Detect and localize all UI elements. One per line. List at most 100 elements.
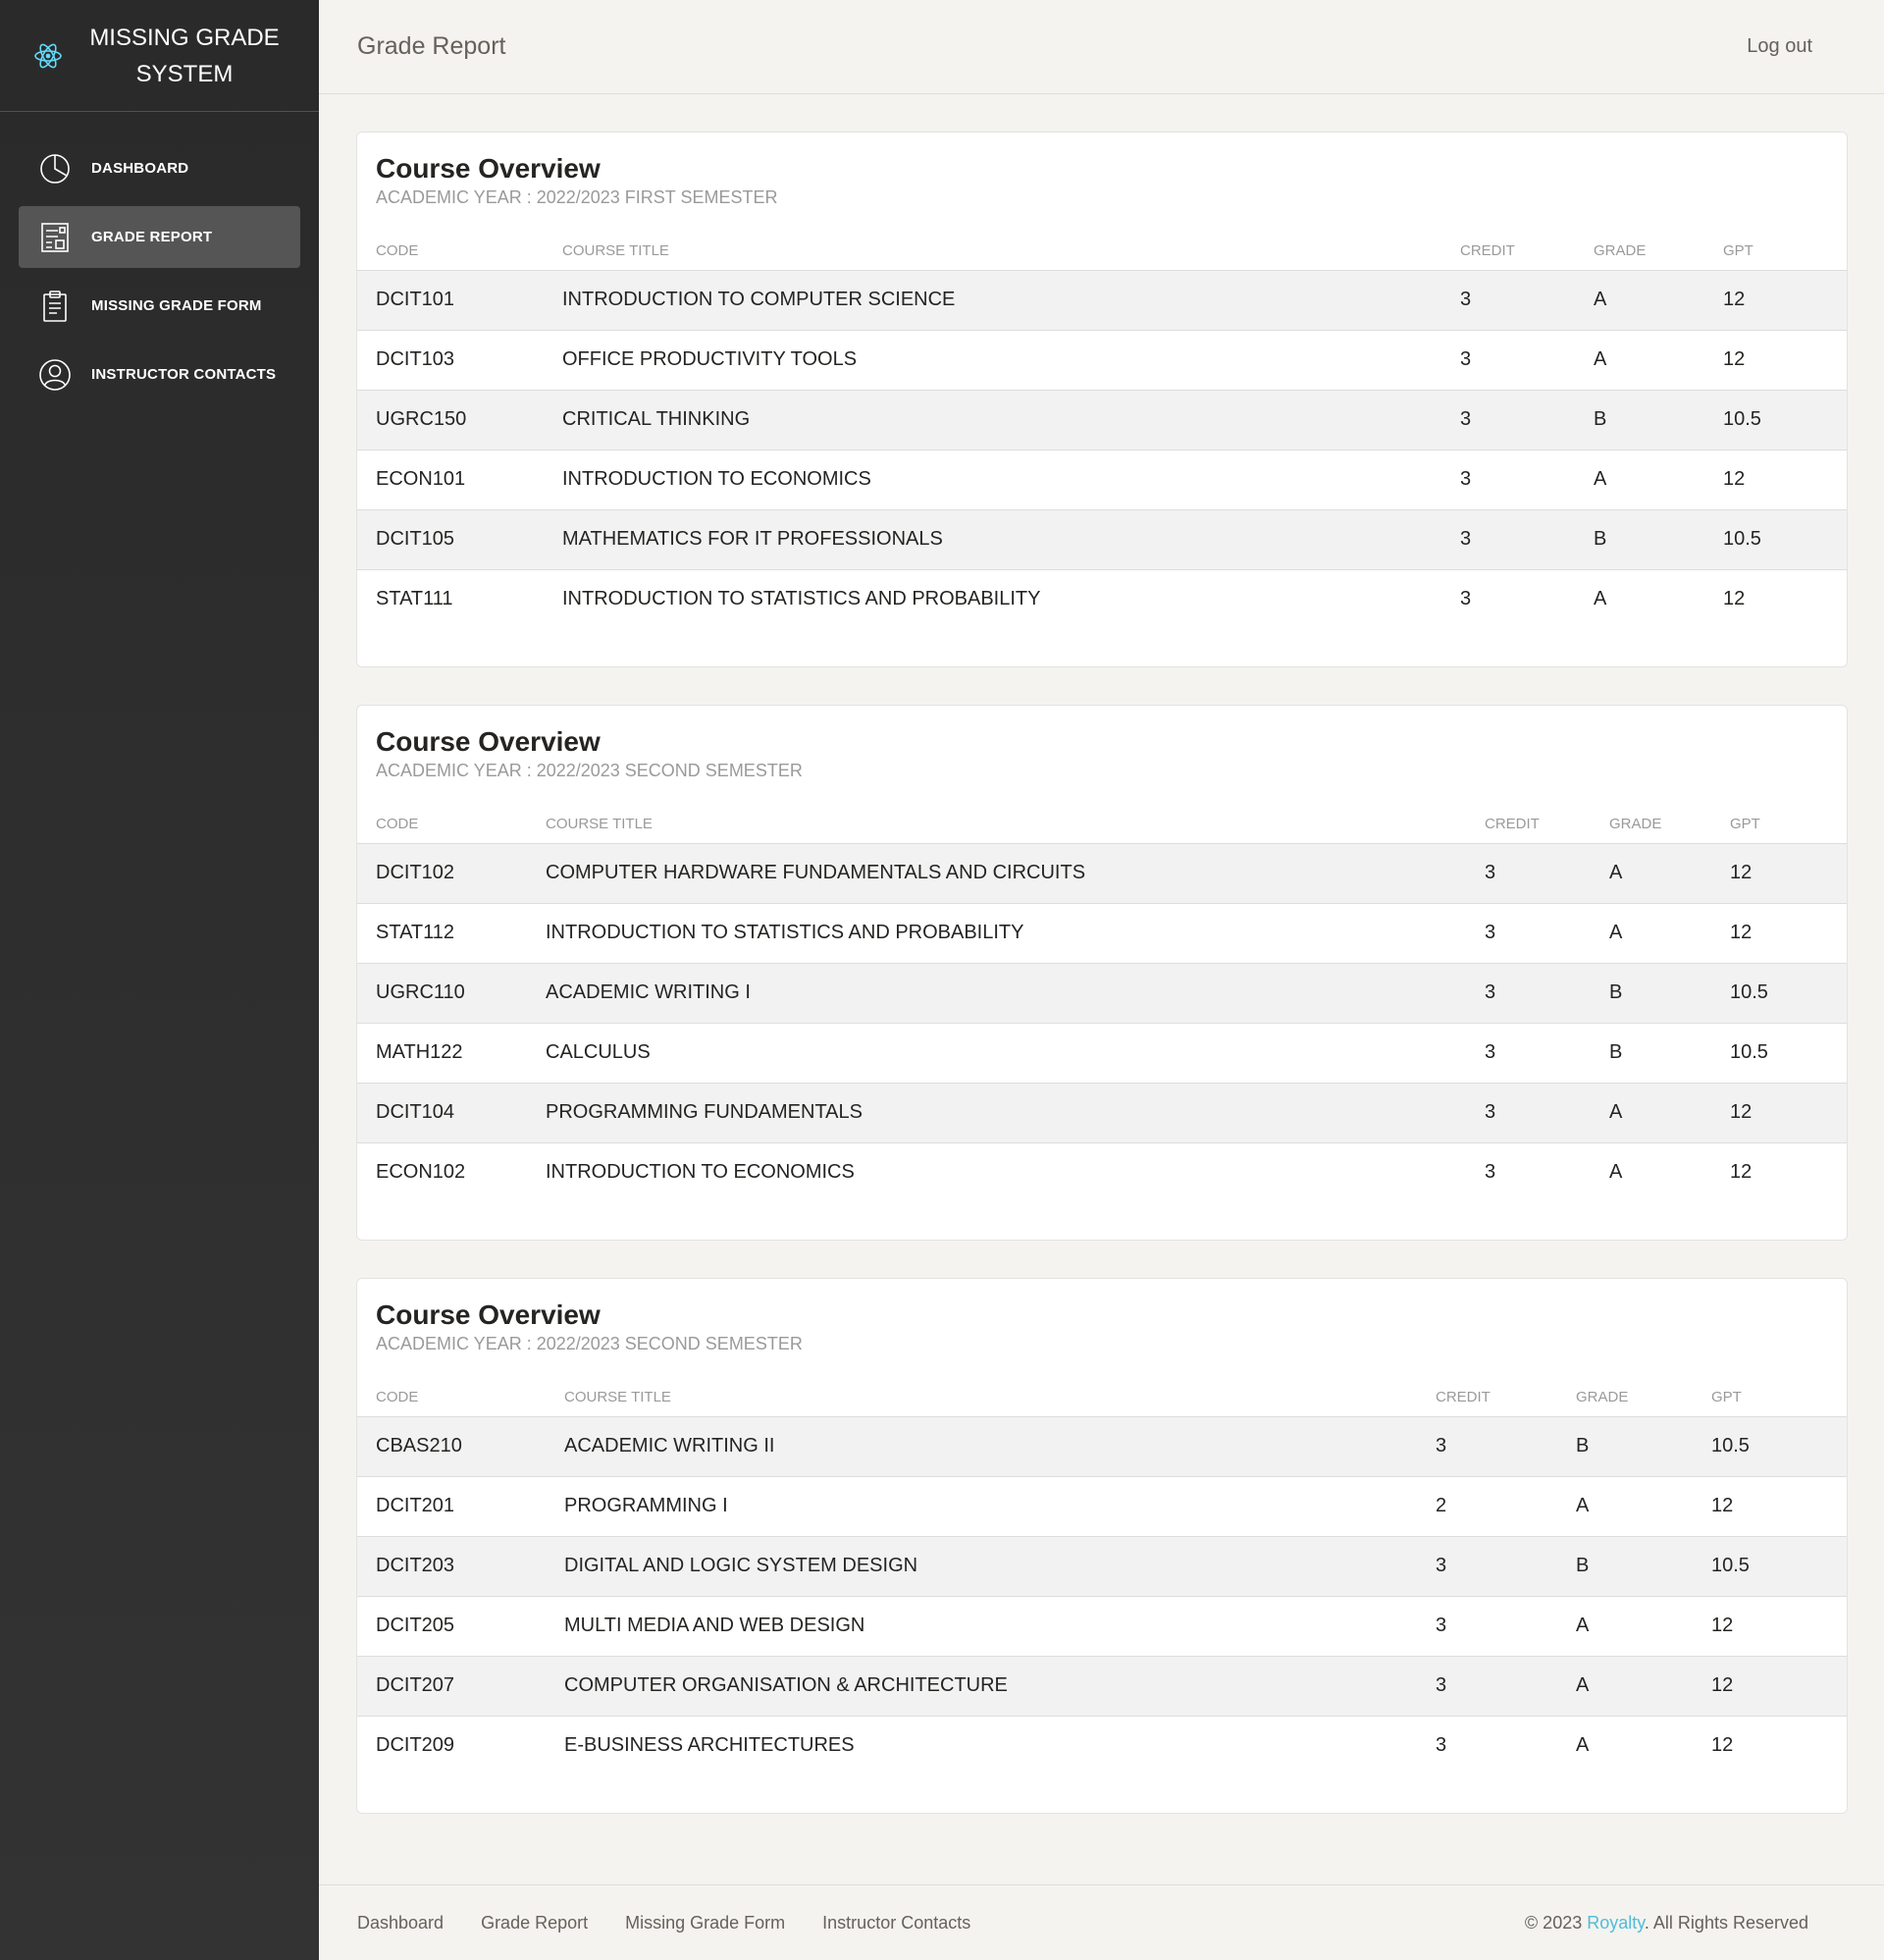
footer-link-grade-report[interactable]: Grade Report: [481, 1913, 588, 1934]
column-header-grade: GRADE: [1576, 1389, 1629, 1406]
column-header-code: CODE: [376, 1389, 419, 1406]
brand[interactable]: MISSING GRADE SYSTEM: [0, 0, 319, 112]
course-overview-card: Course Overview ACADEMIC YEAR : 2022/202…: [356, 132, 1848, 667]
cell-grade: B: [1609, 962, 1730, 1023]
card-title: Course Overview: [376, 153, 601, 184]
cell-course-title: E-BUSINESS ARCHITECTURES: [564, 1715, 1436, 1775]
cell-code: DCIT102: [357, 842, 546, 903]
cell-course-title: COMPUTER HARDWARE FUNDAMENTALS AND CIRCU…: [546, 842, 1485, 903]
copyright: © 2023 Royalty. All Rights Reserved: [1525, 1913, 1808, 1934]
cell-code: DCIT101: [357, 269, 562, 330]
cell-gpt: 12: [1730, 1141, 1847, 1202]
cell-course-title: PROGRAMMING FUNDAMENTALS: [546, 1082, 1485, 1142]
cell-credit: 3: [1460, 389, 1594, 450]
clipboard-icon: [38, 290, 72, 323]
column-header-gpt: GPT: [1730, 816, 1760, 833]
cell-code: DCIT104: [357, 1082, 546, 1142]
cell-gpt: 12: [1723, 329, 1847, 390]
cell-course-title: MATHEMATICS FOR IT PROFESSIONALS: [562, 508, 1460, 569]
table-row: DCIT104 PROGRAMMING FUNDAMENTALS 3 A 12: [357, 1082, 1847, 1142]
cell-gpt: 10.5: [1723, 389, 1847, 450]
pie-chart-icon: [38, 152, 72, 185]
topbar: Grade Report Log out: [319, 0, 1884, 94]
copyright-prefix: © 2023: [1524, 1912, 1588, 1933]
footer-link-missing-grade-form[interactable]: Missing Grade Form: [625, 1913, 785, 1934]
cell-code: STAT111: [357, 568, 562, 629]
cell-grade: B: [1594, 508, 1723, 569]
page-title[interactable]: Grade Report: [357, 32, 505, 61]
user-circle-icon: [38, 358, 72, 392]
sidebar-item-instructor-contacts[interactable]: INSTRUCTOR CONTACTS: [19, 344, 300, 405]
cell-credit: 3: [1460, 269, 1594, 330]
content: Course Overview ACADEMIC YEAR : 2022/202…: [319, 94, 1884, 1814]
cell-credit: 3: [1485, 1022, 1609, 1083]
sidebar-item-dashboard[interactable]: DASHBOARD: [19, 137, 300, 199]
card-subtitle: ACADEMIC YEAR : 2022/2023 SECOND SEMESTE…: [376, 1334, 803, 1353]
cell-course-title: CRITICAL THINKING: [562, 389, 1460, 450]
cell-code: DCIT203: [357, 1535, 564, 1596]
cell-gpt: 10.5: [1711, 1415, 1847, 1476]
cell-code: ECON102: [357, 1141, 546, 1202]
cell-course-title: INTRODUCTION TO STATISTICS AND PROBABILI…: [546, 902, 1485, 963]
grade-table: CODE COURSE TITLE CREDIT GRADE GPT CBAS2…: [357, 1379, 1847, 1775]
table-row: UGRC150 CRITICAL THINKING 3 B 10.5: [357, 389, 1847, 450]
cell-code: UGRC110: [357, 962, 546, 1023]
cell-course-title: PROGRAMMING I: [564, 1475, 1436, 1536]
table-header-row: CODE COURSE TITLE CREDIT GRADE GPT: [357, 806, 1847, 843]
sidebar-item-grade-report[interactable]: GRADE REPORT: [19, 206, 300, 268]
cell-grade: A: [1594, 329, 1723, 390]
cell-course-title: CALCULUS: [546, 1022, 1485, 1083]
sidebar-item-label: GRADE REPORT: [91, 229, 213, 245]
grade-table: CODE COURSE TITLE CREDIT GRADE GPT DCIT1…: [357, 233, 1847, 629]
table-row: ECON101 INTRODUCTION TO ECONOMICS 3 A 12: [357, 449, 1847, 509]
column-header-credit: CREDIT: [1436, 1389, 1491, 1406]
footer-link-instructor-contacts[interactable]: Instructor Contacts: [822, 1913, 970, 1934]
card-title: Course Overview: [376, 726, 601, 757]
table-row: CBAS210 ACADEMIC WRITING II 3 B 10.5: [357, 1415, 1847, 1476]
cell-gpt: 10.5: [1730, 1022, 1847, 1083]
brand-title: MISSING GRADE SYSTEM: [89, 24, 280, 87]
cell-grade: A: [1594, 449, 1723, 509]
cell-grade: A: [1594, 568, 1723, 629]
cell-course-title: ACADEMIC WRITING II: [564, 1415, 1436, 1476]
cell-credit: 3: [1436, 1535, 1576, 1596]
cell-grade: A: [1609, 842, 1730, 903]
table-row: DCIT207 COMPUTER ORGANISATION & ARCHITECT…: [357, 1655, 1847, 1716]
cell-course-title: INTRODUCTION TO ECONOMICS: [562, 449, 1460, 509]
cell-credit: 3: [1460, 508, 1594, 569]
course-overview-card: Course Overview ACADEMIC YEAR : 2022/202…: [356, 1278, 1848, 1814]
cell-credit: 3: [1485, 842, 1609, 903]
cell-code: CBAS210: [357, 1415, 564, 1476]
column-header-course-title: COURSE TITLE: [546, 816, 653, 833]
column-header-grade: GRADE: [1594, 242, 1647, 260]
column-header-course-title: COURSE TITLE: [562, 242, 669, 260]
sidebar-nav: DASHBOARD GRADE REPORT MISSING GRADE FOR…: [0, 112, 319, 405]
cell-gpt: 12: [1723, 449, 1847, 509]
footer-link-dashboard[interactable]: Dashboard: [357, 1913, 444, 1934]
table-row: MATH122 CALCULUS 3 B 10.5: [357, 1022, 1847, 1083]
cell-course-title: INTRODUCTION TO STATISTICS AND PROBABILI…: [562, 568, 1460, 629]
cell-code: DCIT105: [357, 508, 562, 569]
cell-course-title: ACADEMIC WRITING I: [546, 962, 1485, 1023]
column-header-gpt: GPT: [1723, 242, 1753, 260]
table-row: STAT112 INTRODUCTION TO STATISTICS AND PR…: [357, 902, 1847, 963]
table-row: DCIT203 DIGITAL AND LOGIC SYSTEM DESIGN 3 B…: [357, 1535, 1847, 1596]
cell-gpt: 12: [1730, 1082, 1847, 1142]
copyright-suffix: . All Rights Reserved: [1644, 1912, 1808, 1933]
royalty-link[interactable]: Royalty: [1587, 1913, 1645, 1933]
cell-grade: A: [1576, 1595, 1711, 1656]
cell-grade: B: [1576, 1415, 1711, 1476]
cell-credit: 3: [1460, 329, 1594, 390]
table-row: DCIT102 COMPUTER HARDWARE FUNDAMENTALS AN…: [357, 842, 1847, 903]
cell-credit: 3: [1436, 1655, 1576, 1716]
cell-gpt: 12: [1730, 842, 1847, 903]
cell-code: MATH122: [357, 1022, 546, 1083]
table-row: DCIT103 OFFICE PRODUCTIVITY TOOLS 3 A 12: [357, 329, 1847, 390]
column-header-gpt: GPT: [1711, 1389, 1742, 1406]
cell-gpt: 12: [1711, 1715, 1847, 1775]
sidebar-item-missing-grade-form[interactable]: MISSING GRADE FORM: [19, 275, 300, 337]
cell-gpt: 12: [1711, 1475, 1847, 1536]
logout-link[interactable]: Log out: [1747, 35, 1812, 58]
course-overview-card: Course Overview ACADEMIC YEAR : 2022/202…: [356, 705, 1848, 1241]
cell-gpt: 10.5: [1723, 508, 1847, 569]
